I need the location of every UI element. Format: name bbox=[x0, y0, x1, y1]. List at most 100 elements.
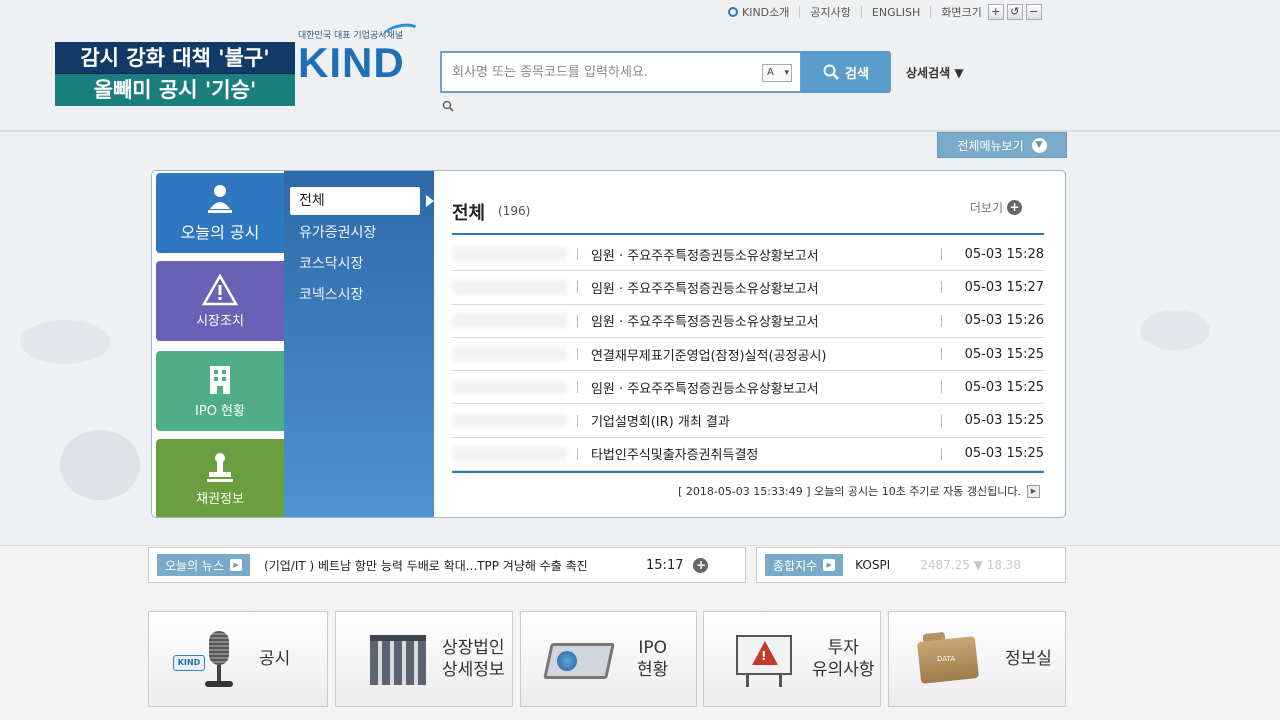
caption-line-1: 감시 강화 대책 '불구' bbox=[55, 42, 295, 74]
more-link[interactable]: 더보기 + bbox=[970, 199, 1022, 216]
column-divider bbox=[576, 447, 578, 460]
search-button-label: 검색 bbox=[845, 66, 869, 82]
plus-circle-icon[interactable]: + bbox=[693, 557, 709, 573]
auto-refresh-note: [ 2018-05-03 15:33:49 ] 오늘의 공시는 10초 주기로 … bbox=[678, 483, 1040, 499]
tab-bond-info[interactable]: 채권정보 bbox=[156, 439, 284, 517]
background-cloud bbox=[20, 320, 110, 364]
table-row[interactable]: 연결재무제표기준영업(잠정)실적(공정공시) 05-03 15:25 bbox=[452, 338, 1044, 372]
company-name-blurred bbox=[452, 280, 567, 295]
quick-link-label: IPO 현황 bbox=[637, 638, 669, 680]
list-title: 전체 bbox=[452, 203, 486, 224]
news-caption: 감시 강화 대책 '불구' 올빼미 공시 '기승' bbox=[55, 42, 295, 106]
search-icon[interactable] bbox=[442, 100, 454, 115]
tab-today-disclosure[interactable]: 오늘의 공시 bbox=[156, 173, 284, 253]
quick-link-investor-caution[interactable]: ! 투자 유의사항 bbox=[703, 611, 881, 707]
list-count: (196) bbox=[498, 204, 531, 218]
company-name-blurred bbox=[452, 247, 567, 262]
quick-link-label: 정보실 bbox=[1005, 649, 1052, 669]
plus-circle-icon: + bbox=[1007, 200, 1022, 215]
kind-logo-icon bbox=[728, 7, 738, 17]
column-divider bbox=[940, 314, 942, 327]
nav-notices[interactable]: 공지사항 bbox=[810, 4, 850, 20]
full-menu-label: 전체메뉴보기 bbox=[957, 138, 1024, 153]
zoom-in-button[interactable]: + bbox=[987, 4, 1004, 20]
company-name-blurred bbox=[452, 313, 567, 328]
tab-market-action[interactable]: 시장조치 bbox=[156, 261, 284, 341]
quick-link-company-info[interactable]: 상장법인 상세정보 bbox=[335, 611, 513, 707]
list-bottom-divider bbox=[452, 471, 1044, 473]
chevron-down-icon: ▼ bbox=[1031, 137, 1047, 153]
submenu-item-kosdaq[interactable]: 코스닥시장 bbox=[284, 250, 434, 281]
disclosure-time: 05-03 15:25 bbox=[964, 346, 1044, 362]
submenu-item-konex[interactable]: 코넥스시장 bbox=[284, 281, 434, 312]
disclosure-time: 05-03 15:28 bbox=[964, 246, 1044, 262]
zoom-out-button[interactable]: − bbox=[1025, 4, 1042, 20]
nav-english[interactable]: ENGLISH bbox=[872, 6, 920, 19]
disclosure-title[interactable]: 연결재무제표기준영업(잠정)실적(공정공시) bbox=[591, 345, 941, 364]
search-input[interactable] bbox=[442, 64, 742, 80]
table-row[interactable]: 임원 · 주요주주특정증권등소유상황보고서 05-03 15:28 bbox=[452, 238, 1044, 272]
zoom-reset-button[interactable]: ↺ bbox=[1006, 4, 1023, 20]
news-headline[interactable]: (기업/IT ) 베트남 항만 능력 두배로 확대...TPP 겨냥해 수출 촉… bbox=[264, 557, 624, 574]
disclosure-title[interactable]: 임원 · 주요주주특정증권등소유상황보고서 bbox=[591, 311, 941, 330]
table-row[interactable]: 타법인주식및출자증권취득결정 05-03 15:25 bbox=[452, 438, 1044, 472]
background-cloud bbox=[1140, 310, 1210, 350]
column-divider bbox=[940, 248, 942, 261]
nav-screen-size: 화면크기 bbox=[941, 6, 982, 19]
company-name-blurred bbox=[452, 380, 567, 395]
pause-play-icon[interactable]: ▶ bbox=[1027, 484, 1040, 498]
column-divider bbox=[940, 348, 942, 361]
building-icon bbox=[210, 365, 230, 394]
warning-icon bbox=[202, 273, 238, 305]
table-row[interactable]: 기업설명회(IR) 개최 결과 05-03 15:25 bbox=[452, 404, 1044, 438]
disclosure-title[interactable]: 타법인주식및출자증권취득결정 bbox=[591, 444, 941, 463]
column-divider bbox=[576, 348, 578, 361]
nav-separator bbox=[860, 6, 862, 18]
company-name-blurred bbox=[452, 446, 567, 461]
news-label[interactable]: 오늘의 뉴스 ▶ bbox=[157, 554, 251, 576]
quick-link-ipo[interactable]: IPO 현황 bbox=[520, 611, 697, 707]
tab-label: 채권정보 bbox=[196, 491, 244, 507]
disclosure-time: 05-03 15:27 bbox=[964, 279, 1044, 295]
index-label[interactable]: 종합지수 ▶ bbox=[765, 554, 844, 576]
kind-logo[interactable]: 대한민국 대표 기업공시채널 KIND bbox=[298, 20, 428, 98]
more-label: 더보기 bbox=[969, 201, 1003, 215]
submenu-item-all[interactable]: 전체 bbox=[290, 187, 434, 215]
quick-link-disclosure[interactable]: KIND 공시 bbox=[148, 611, 328, 707]
search-button[interactable]: 검색 bbox=[801, 51, 891, 93]
column-divider bbox=[576, 314, 578, 327]
disclosure-time: 05-03 15:25 bbox=[964, 379, 1044, 395]
utility-nav: KIND소개 공지사항 ENGLISH 화면크기 + ↺ − bbox=[728, 4, 1042, 20]
disclosure-panel: 오늘의 공시 시장조치 IPO 현황 채권정보 전체 유가증권시장 코스닥시장 … bbox=[151, 170, 1066, 518]
laptop-globe-icon bbox=[541, 629, 617, 689]
nav-kind-intro[interactable]: KIND소개 bbox=[728, 4, 789, 20]
nav-separator bbox=[930, 6, 932, 18]
index-value: 2487.25 ▼ 18.38 bbox=[920, 558, 1022, 572]
disclosure-title[interactable]: 기업설명회(IR) 개최 결과 bbox=[591, 411, 941, 430]
disclosure-title[interactable]: 임원 · 주요주주특정증권등소유상황보고서 bbox=[591, 278, 941, 297]
quick-link-library[interactable]: DATA 정보실 bbox=[888, 611, 1066, 707]
table-row[interactable]: 임원 · 주요주주특정증권등소유상황보고서 05-03 15:27 bbox=[452, 271, 1044, 305]
warning-board-icon: ! bbox=[724, 629, 800, 689]
table-row[interactable]: 임원 · 주요주주특정증권등소유상황보고서 05-03 15:26 bbox=[452, 305, 1044, 338]
disclosure-time: 05-03 15:26 bbox=[964, 313, 1044, 329]
full-menu-button[interactable]: 전체메뉴보기 ▼ bbox=[937, 132, 1067, 158]
disclosure-time: 05-03 15:25 bbox=[964, 413, 1044, 429]
person-icon bbox=[208, 185, 232, 213]
column-divider bbox=[576, 281, 578, 294]
disclosure-title[interactable]: 임원 · 주요주주특정증권등소유상황보고서 bbox=[591, 378, 941, 397]
table-row[interactable]: 임원 · 주요주주특정증권등소유상황보고서 05-03 15:25 bbox=[452, 371, 1044, 405]
submenu-item-kospi[interactable]: 유가증권시장 bbox=[284, 219, 434, 250]
folder-icon: DATA bbox=[909, 629, 985, 689]
advanced-search-toggle[interactable]: 상세검색 ▼ bbox=[906, 64, 964, 81]
disclosure-list: 임원 · 주요주주특정증권등소유상황보고서 05-03 15:28 임원 · 주… bbox=[452, 238, 1044, 472]
tab-label: 시장조치 bbox=[196, 313, 244, 329]
play-icon: ▶ bbox=[823, 559, 836, 571]
kind-badge-icon: KIND bbox=[173, 655, 205, 671]
disclosure-title[interactable]: 임원 · 주요주주특정증권등소유상황보고서 bbox=[591, 245, 941, 264]
tab-label: 오늘의 공시 bbox=[180, 223, 260, 242]
tab-ipo-status[interactable]: IPO 현황 bbox=[156, 351, 284, 431]
column-divider bbox=[940, 381, 942, 394]
keyboard-language-select[interactable]: A bbox=[762, 64, 792, 82]
refresh-note-text: [ 2018-05-03 15:33:49 ] 오늘의 공시는 10초 주기로 … bbox=[678, 485, 1021, 498]
